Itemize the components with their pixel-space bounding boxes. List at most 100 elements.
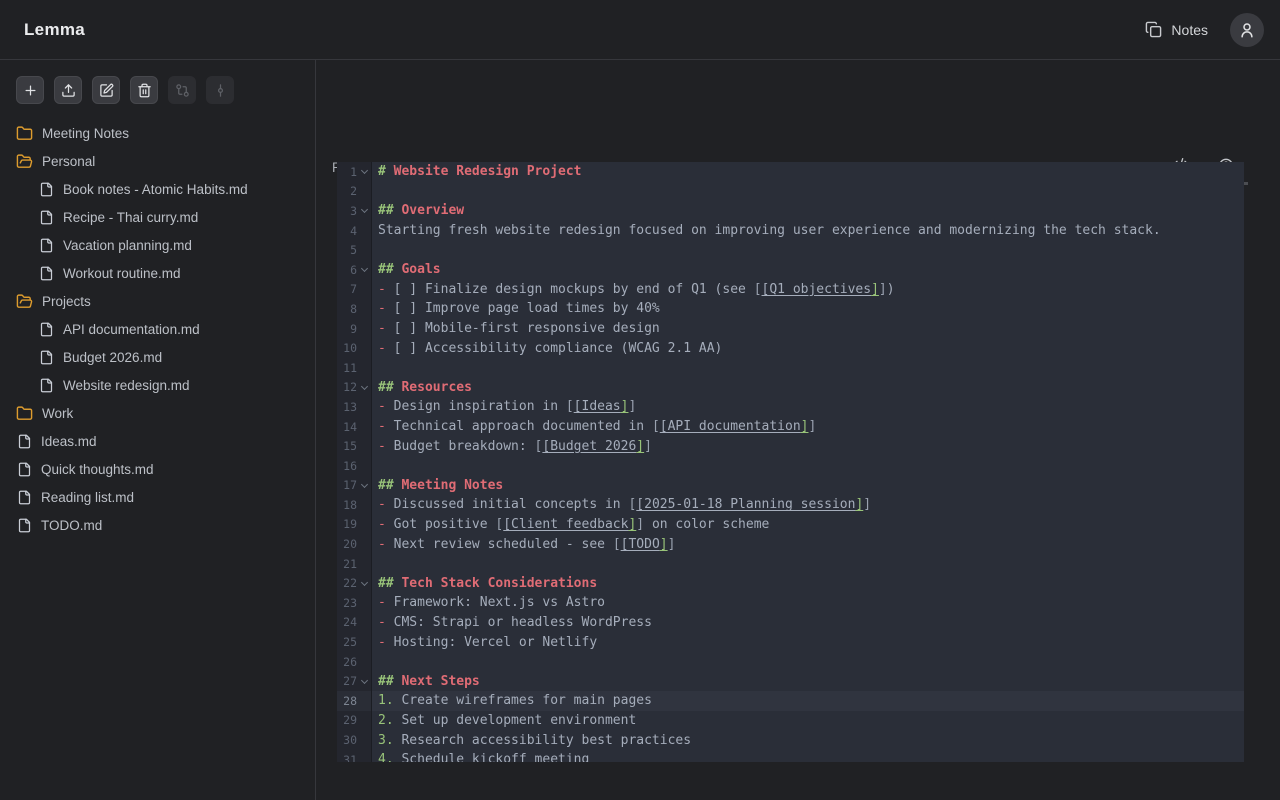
token-punct: ] (863, 497, 871, 512)
notes-nav-button[interactable]: Notes (1145, 21, 1208, 38)
fold-gutter[interactable] (357, 378, 371, 398)
editor-line[interactable]: 281. Create wireframes for main pages (337, 691, 1244, 711)
editor-line[interactable]: 27## Next Steps (337, 671, 1244, 691)
editor-line[interactable]: 11 (337, 358, 1244, 378)
new-note-button[interactable] (16, 76, 44, 104)
editor-line[interactable]: 23- Framework: Next.js vs Astro (337, 593, 1244, 613)
editor-line[interactable]: 17## Meeting Notes (337, 476, 1244, 496)
fold-gutter[interactable] (357, 476, 371, 496)
editor-line[interactable]: 9- [ ] Mobile-first responsive design (337, 319, 1244, 339)
editor-line[interactable]: 12## Resources (337, 378, 1244, 398)
editor-line[interactable]: 7- [ ] Finalize design mockups by end of… (337, 280, 1244, 300)
fold-gutter[interactable] (357, 260, 371, 280)
editor-line[interactable]: 1# Website Redesign Project (337, 162, 1244, 182)
chevron-down-icon[interactable] (360, 167, 367, 174)
chevron-down-icon[interactable] (360, 481, 367, 488)
editor-line[interactable]: 15- Budget breakdown: [[Budget 2026]] (337, 436, 1244, 456)
fold-gutter[interactable] (357, 671, 371, 691)
token-text: [ ] Finalize design mockups by end of Q1… (386, 282, 754, 297)
sidebar-item-personal[interactable]: Personal (16, 147, 315, 175)
tree-item-label: Recipe - Thai curry.md (63, 210, 198, 225)
token-punct: [ (566, 399, 574, 414)
editor-line[interactable]: 24- CMS: Strapi or headless WordPress (337, 613, 1244, 633)
tree-item-label: Personal (42, 154, 95, 169)
editor-line[interactable]: 25- Hosting: Vercel or Netlify (337, 632, 1244, 652)
editor-line[interactable]: 314. Schedule kickoff meeting (337, 750, 1244, 762)
folder-icon (16, 125, 33, 142)
wiki-link[interactable]: [API documentation (660, 419, 801, 434)
wiki-link[interactable]: [2025-01-18 Planning session (636, 497, 855, 512)
sidebar-item-meeting-notes[interactable]: Meeting Notes (16, 119, 315, 147)
editor-line[interactable]: 3## Overview (337, 201, 1244, 221)
wiki-link: ] (660, 537, 668, 552)
fold-gutter[interactable] (357, 573, 371, 593)
chevron-down-icon[interactable] (360, 383, 367, 390)
sidebar-item-book-notes-atomic-habits-md[interactable]: Book notes - Atomic Habits.md (16, 175, 315, 203)
token-hmark: ## (378, 203, 401, 218)
sidebar-item-api-documentation-md[interactable]: API documentation.md (16, 315, 315, 343)
compare-button[interactable] (168, 76, 196, 104)
wiki-link[interactable]: [Q1 objectives (762, 282, 872, 297)
edit-button[interactable] (92, 76, 120, 104)
fold-gutter (357, 750, 371, 762)
sidebar-item-reading-list-md[interactable]: Reading list.md (16, 483, 315, 511)
sidebar-item-quick-thoughts-md[interactable]: Quick thoughts.md (16, 455, 315, 483)
editor-line[interactable]: 21 (337, 554, 1244, 574)
editor-line[interactable]: 22## Tech Stack Considerations (337, 573, 1244, 593)
line-content (372, 652, 1244, 672)
editor-line[interactable]: 19- Got positive [[Client feedback]] on … (337, 515, 1244, 535)
editor-line[interactable]: 303. Research accessibility best practic… (337, 730, 1244, 750)
editor-line[interactable]: 5 (337, 240, 1244, 260)
sidebar-item-projects[interactable]: Projects (16, 287, 315, 315)
editor-line[interactable]: 292. Set up development environment (337, 711, 1244, 731)
editor-line[interactable]: 10- [ ] Accessibility compliance (WCAG 2… (337, 338, 1244, 358)
wiki-link[interactable]: [Ideas (574, 399, 621, 414)
fold-gutter (357, 417, 371, 437)
editor-line[interactable]: 18- Discussed initial concepts in [[2025… (337, 495, 1244, 515)
editor-line[interactable]: 13- Design inspiration in [[Ideas]] (337, 397, 1244, 417)
wiki-link[interactable]: [Client feedback (503, 517, 628, 532)
chevron-down-icon[interactable] (360, 677, 367, 684)
editor-line[interactable]: 20- Next review scheduled - see [[TODO]] (337, 534, 1244, 554)
sidebar-item-workout-routine-md[interactable]: Workout routine.md (16, 259, 315, 287)
chevron-down-icon[interactable] (360, 206, 367, 213)
user-icon (1238, 21, 1256, 39)
delete-button[interactable] (130, 76, 158, 104)
editor-line[interactable]: 8- [ ] Improve page load times by 40% (337, 299, 1244, 319)
token-text: Create wireframes for main pages (394, 693, 652, 708)
editor-line[interactable]: 16 (337, 456, 1244, 476)
fold-gutter[interactable] (357, 162, 371, 182)
sidebar-item-budget-2026-md[interactable]: Budget 2026.md (16, 343, 315, 371)
fold-gutter (357, 397, 371, 417)
sidebar-item-ideas-md[interactable]: Ideas.md (16, 427, 315, 455)
gutter: 21 (337, 554, 372, 574)
gutter: 7 (337, 280, 372, 300)
gutter: 11 (337, 358, 372, 378)
commit-button[interactable] (206, 76, 234, 104)
line-content: 2. Set up development environment (372, 711, 1244, 731)
sidebar-item-vacation-planning-md[interactable]: Vacation planning.md (16, 231, 315, 259)
fold-gutter[interactable] (357, 201, 371, 221)
token-heading: Website Redesign Project (394, 164, 582, 179)
wiki-link[interactable]: [TODO (621, 537, 660, 552)
editor-line[interactable]: 2 (337, 182, 1244, 202)
line-number: 11 (337, 361, 357, 375)
markdown-editor[interactable]: 1# Website Redesign Project23## Overview… (337, 162, 1244, 762)
wiki-link[interactable]: [Budget 2026 (542, 439, 636, 454)
line-content: ## Next Steps (372, 671, 1244, 691)
sidebar-item-recipe-thai-curry-md[interactable]: Recipe - Thai curry.md (16, 203, 315, 231)
chevron-down-icon[interactable] (360, 265, 367, 272)
avatar[interactable] (1230, 13, 1264, 47)
editor-line[interactable]: 4Starting fresh website redesign focused… (337, 221, 1244, 241)
editor-line[interactable]: 6## Goals (337, 260, 1244, 280)
upload-button[interactable] (54, 76, 82, 104)
chevron-down-icon[interactable] (360, 579, 367, 586)
token-heading: Resources (401, 380, 471, 395)
sidebar-item-website-redesign-md[interactable]: Website redesign.md (16, 371, 315, 399)
sidebar-item-todo-md[interactable]: TODO.md (16, 511, 315, 539)
sidebar-toolbar (16, 76, 315, 104)
editor-line[interactable]: 26 (337, 652, 1244, 672)
top-bar-right: Notes (1145, 13, 1264, 47)
editor-line[interactable]: 14- Technical approach documented in [[A… (337, 417, 1244, 437)
sidebar-item-work[interactable]: Work (16, 399, 315, 427)
